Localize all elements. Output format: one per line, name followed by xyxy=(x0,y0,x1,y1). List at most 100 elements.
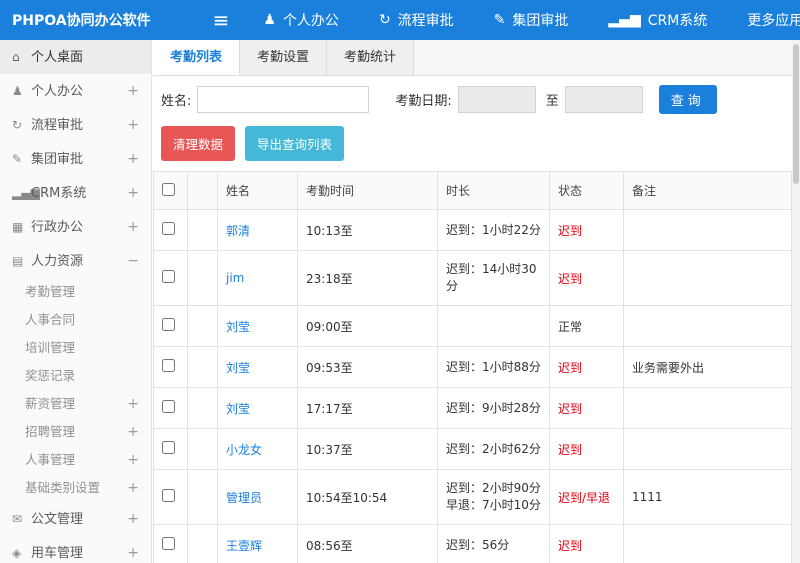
sidebar-item[interactable]: 人事合同 xyxy=(0,306,151,334)
expand-toggle-icon[interactable]: − xyxy=(127,244,139,278)
row-checkbox[interactable] xyxy=(162,537,175,550)
sidebar-item-label: 行政办公 xyxy=(31,220,84,235)
sidebar-item[interactable]: ▂▄▆CRM系统 + xyxy=(0,176,151,210)
employee-name-link[interactable]: 郭清 xyxy=(226,224,250,238)
sidebar-item-label: 用车管理 xyxy=(31,546,84,561)
expand-toggle-icon[interactable]: + xyxy=(127,142,139,176)
sidebar-item[interactable]: ↻ 流程审批 + xyxy=(0,108,151,142)
table-row: 郭清 10:13至 迟到：1小时22分 迟到 xyxy=(153,209,792,251)
row-checkbox[interactable] xyxy=(162,222,175,235)
table-row: jim 23:18至 迟到：14小时30分 迟到 xyxy=(153,250,792,306)
row-name-cell: 小龙女 xyxy=(217,428,298,470)
row-checkbox[interactable] xyxy=(162,441,175,454)
sidebar-item[interactable]: 基础类别设置 + xyxy=(0,474,151,502)
hamburger-menu-icon[interactable]: ≡ xyxy=(199,0,244,40)
nav-group-approval[interactable]: ✎ 集团审批 xyxy=(474,0,589,40)
col-note: 备注 xyxy=(623,171,792,210)
tab-attendance-settings[interactable]: 考勤设置 xyxy=(240,40,328,75)
status-text: 迟到 xyxy=(558,271,583,286)
tab-attendance-list[interactable]: 考勤列表 xyxy=(153,40,241,75)
row-note-cell xyxy=(623,250,792,306)
sidebar-item[interactable]: 考勤管理 xyxy=(0,278,151,306)
row-checkbox[interactable] xyxy=(162,270,175,283)
expand-toggle-icon[interactable]: + xyxy=(127,502,139,536)
row-note-cell: 业务需要外出 xyxy=(623,346,792,388)
employee-name-link[interactable]: jim xyxy=(226,271,244,285)
export-list-button[interactable]: 导出查询列表 xyxy=(245,126,345,161)
row-checkbox-cell xyxy=(153,305,188,347)
row-time-cell: 09:53至 xyxy=(297,346,438,388)
sidebar-item-label: 考勤管理 xyxy=(25,284,76,299)
clean-data-button[interactable]: 清理数据 xyxy=(161,126,236,161)
expand-toggle-icon[interactable]: + xyxy=(127,74,139,108)
sidebar-item[interactable]: ▤ 人力资源 − xyxy=(0,244,151,278)
sidebar-item-icon: ◈ xyxy=(12,546,22,560)
nav-more-apps[interactable]: 更多应用 ▼ xyxy=(727,0,800,40)
row-note-cell xyxy=(623,209,792,251)
expand-toggle-icon[interactable]: + xyxy=(127,176,139,210)
sidebar-item-label: 人力资源 xyxy=(31,254,84,269)
nav-crm-system[interactable]: ▂▄▆ CRM系统 xyxy=(588,0,727,40)
sidebar-item[interactable]: ◈ 用车管理 + xyxy=(0,536,151,563)
vertical-scrollbar[interactable] xyxy=(792,40,800,563)
table-row: 刘莹 09:00至 正常 xyxy=(153,305,792,347)
duration-line-1: 迟到：9小时28分 xyxy=(446,400,541,415)
expand-toggle-icon[interactable]: + xyxy=(127,418,139,446)
sidebar-item[interactable]: 人事管理 + xyxy=(0,446,151,474)
date-from-input[interactable] xyxy=(457,86,536,113)
sidebar-item[interactable]: 培训管理 xyxy=(0,334,151,362)
employee-name-link[interactable]: 刘莹 xyxy=(226,320,250,334)
duration-line-1: 迟到：1小时88分 xyxy=(446,359,541,374)
row-checkbox[interactable] xyxy=(162,318,175,331)
tab-attendance-statistics[interactable]: 考勤统计 xyxy=(327,40,415,75)
table-row: 刘莹 17:17至 迟到：9小时28分 迟到 xyxy=(153,387,792,429)
employee-name-link[interactable]: 刘莹 xyxy=(226,402,250,416)
employee-name-link[interactable]: 管理员 xyxy=(226,491,262,505)
row-spacer-cell xyxy=(187,346,218,388)
row-duration-cell: 迟到：1小时88分 xyxy=(437,346,550,388)
sidebar-item-label: 奖惩记录 xyxy=(25,368,76,383)
sidebar-item[interactable]: ⌂ 个人桌面 xyxy=(0,40,151,74)
name-filter-input[interactable] xyxy=(197,86,370,113)
sidebar-item[interactable]: 招聘管理 + xyxy=(0,418,151,446)
duration-line-1: 迟到：2小时90分 xyxy=(446,481,541,495)
col-time: 考勤时间 xyxy=(297,171,438,210)
row-duration-cell: 迟到：2小时90分 早退：7小时10分 xyxy=(437,469,550,525)
sidebar-item[interactable]: 薪资管理 + xyxy=(0,390,151,418)
expand-toggle-icon[interactable]: + xyxy=(127,108,139,142)
sidebar-item-label: CRM系统 xyxy=(31,186,87,201)
date-to-input[interactable] xyxy=(564,86,643,113)
select-all-checkbox[interactable] xyxy=(162,182,175,196)
row-checkbox[interactable] xyxy=(162,489,175,502)
row-note-cell xyxy=(623,428,792,470)
name-filter-label: 姓名: xyxy=(161,94,192,109)
row-checkbox-cell xyxy=(153,346,188,388)
employee-name-link[interactable]: 刘莹 xyxy=(226,361,250,375)
sidebar: ⌂ 个人桌面 ♟ 个人办公 + ↻ 流程审批 + ✎ 集团审批 + ▂▄▆CRM系统 +… xyxy=(0,40,152,563)
row-time-cell: 10:37至 xyxy=(297,428,438,470)
row-time-cell: 10:13至 xyxy=(297,209,438,251)
search-button[interactable]: 查询 xyxy=(658,85,717,114)
nav-label: CRM系统 xyxy=(647,13,708,29)
scrollbar-thumb[interactable] xyxy=(793,44,799,184)
sidebar-item[interactable]: ✉ 公文管理 + xyxy=(0,502,151,536)
nav-personal-office[interactable]: ♟ 个人办公 xyxy=(243,0,359,40)
sidebar-item[interactable]: ✎ 集团审批 + xyxy=(0,142,151,176)
employee-name-link[interactable]: 王壹辉 xyxy=(226,539,262,553)
row-spacer-cell xyxy=(187,469,218,525)
row-checkbox[interactable] xyxy=(162,400,175,413)
sidebar-item[interactable]: ♟ 个人办公 + xyxy=(0,74,151,108)
expand-toggle-icon[interactable]: + xyxy=(127,536,139,563)
employee-name-link[interactable]: 小龙女 xyxy=(226,443,262,457)
row-checkbox[interactable] xyxy=(162,359,175,372)
expand-toggle-icon[interactable]: + xyxy=(127,390,139,418)
expand-toggle-icon[interactable]: + xyxy=(127,210,139,244)
nav-workflow-approval[interactable]: ↻ 流程审批 xyxy=(359,0,474,40)
row-spacer-cell xyxy=(187,387,218,429)
sidebar-item[interactable]: 奖惩记录 xyxy=(0,362,151,390)
expand-toggle-icon[interactable]: + xyxy=(127,446,139,474)
expand-toggle-icon[interactable]: + xyxy=(127,474,139,502)
row-checkbox-cell xyxy=(153,469,188,525)
sidebar-item[interactable]: ▦ 行政办公 + xyxy=(0,210,151,244)
filter-bar: 姓名: 考勤日期: 至 查询 xyxy=(153,76,792,123)
